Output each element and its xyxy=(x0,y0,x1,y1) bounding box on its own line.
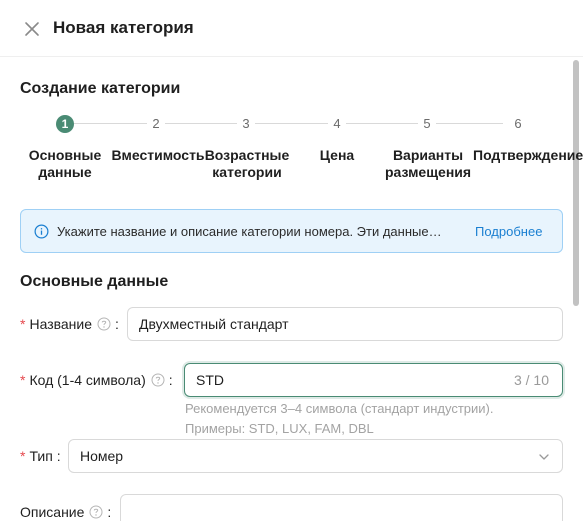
code-label-text: Код (1-4 символа) xyxy=(29,372,146,388)
code-input[interactable]: STD 3 / 10 xyxy=(184,363,563,397)
info-text: Укажите название и описание категории но… xyxy=(57,224,442,239)
label-colon: : xyxy=(115,316,119,332)
chevron-down-icon xyxy=(539,454,549,460)
step-2-indicator[interactable]: 2 xyxy=(147,115,165,133)
step-3-indicator[interactable]: 3 xyxy=(237,115,255,133)
dialog-title: Новая категория xyxy=(53,18,194,37)
type-label: * Тип : xyxy=(20,448,61,464)
code-char-counter: 3 / 10 xyxy=(513,372,549,388)
close-icon[interactable] xyxy=(22,19,42,39)
label-colon: : xyxy=(56,448,61,464)
description-label-text: Описание xyxy=(20,504,85,520)
info-icon xyxy=(34,224,49,239)
name-label: * Название : xyxy=(20,316,119,332)
help-icon[interactable] xyxy=(89,505,103,519)
steps-connector xyxy=(73,123,503,124)
required-mark: * xyxy=(20,372,26,388)
vertical-scrollbar[interactable] xyxy=(573,60,579,306)
type-label-text: Тип xyxy=(29,448,53,464)
code-hint-line2: Примеры: STD, LUX, FAM, DBL xyxy=(185,421,374,436)
description-label: Описание : xyxy=(20,504,111,520)
required-mark: * xyxy=(20,448,26,464)
required-mark: * xyxy=(20,316,26,332)
label-colon: : xyxy=(168,372,173,388)
step-4-indicator[interactable]: 4 xyxy=(328,115,346,133)
step-1-indicator[interactable]: 1 xyxy=(56,115,74,133)
step-6-label[interactable]: Подтверждение xyxy=(473,147,583,164)
code-hint-line1: Рекомендуется 3–4 символа (стандарт инду… xyxy=(185,401,494,416)
step-5-indicator[interactable]: 5 xyxy=(418,115,436,133)
name-label-text: Название xyxy=(29,316,93,332)
name-input[interactable]: Двухместный стандарт xyxy=(127,307,563,341)
code-label: * Код (1-4 символа) : xyxy=(20,372,173,388)
step-6-indicator[interactable]: 6 xyxy=(509,115,527,133)
description-textarea[interactable] xyxy=(120,494,563,521)
code-input-value: STD xyxy=(196,372,224,388)
step-5-label[interactable]: Варианты размещения xyxy=(373,147,483,181)
help-icon[interactable] xyxy=(97,317,111,331)
name-input-value: Двухместный стандарт xyxy=(139,316,289,332)
type-select-value: Номер xyxy=(80,448,124,464)
help-icon[interactable] xyxy=(151,373,165,387)
wizard-title: Создание категории xyxy=(20,80,181,97)
dialog-header: Новая категория xyxy=(0,0,583,57)
label-colon: : xyxy=(107,504,112,520)
more-info-link[interactable]: Подробнее xyxy=(475,224,542,239)
type-select[interactable]: Номер xyxy=(68,439,563,473)
form-section-title: Основные данные xyxy=(20,273,169,290)
info-alert: Укажите название и описание категории но… xyxy=(20,209,563,253)
